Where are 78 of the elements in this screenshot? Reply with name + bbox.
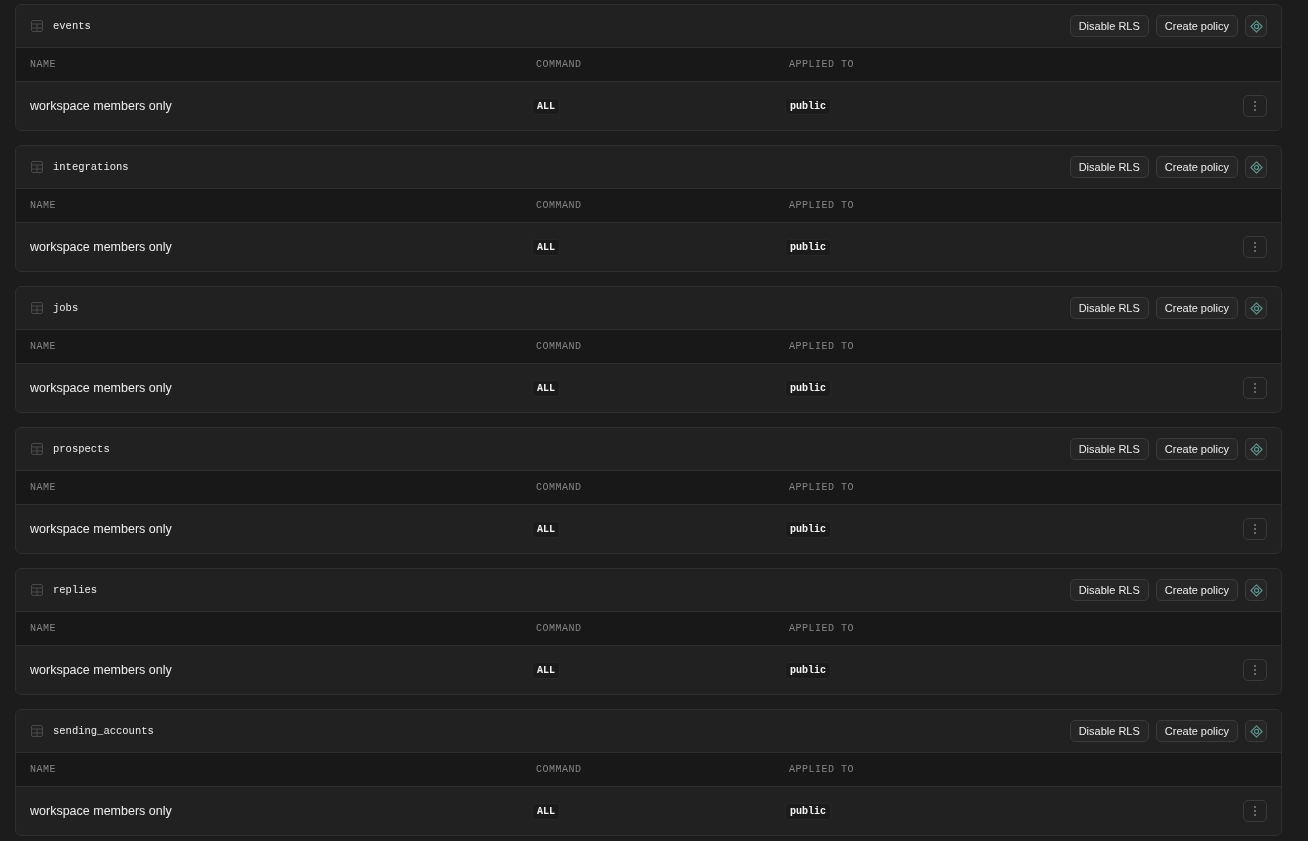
- table-name: prospects: [53, 443, 110, 455]
- table-name: replies: [53, 584, 98, 596]
- disable-rls-button[interactable]: Disable RLS: [1069, 156, 1149, 178]
- command-column-header: COMMAND: [536, 623, 583, 634]
- diamond-icon: [1249, 301, 1263, 315]
- role-code: public: [785, 97, 831, 115]
- table-name: sending_accounts: [53, 725, 154, 737]
- diamond-button[interactable]: [1245, 156, 1267, 178]
- name-column-header: NAME: [30, 764, 57, 775]
- role-code: public: [785, 379, 831, 397]
- more-button[interactable]: [1243, 518, 1267, 540]
- command-column-header: COMMAND: [536, 764, 583, 775]
- diamond-icon: [1249, 19, 1263, 33]
- role-code: public: [785, 661, 831, 679]
- role-code: public: [785, 520, 831, 538]
- name-column-header: NAME: [30, 623, 57, 634]
- name-column-header: NAME: [30, 59, 57, 70]
- name-column-header: NAME: [30, 200, 57, 211]
- create-policy-button[interactable]: Create policy: [1155, 156, 1238, 178]
- disable-rls-button[interactable]: Disable RLS: [1069, 438, 1149, 460]
- diamond-button[interactable]: [1245, 720, 1267, 742]
- diamond-button[interactable]: [1245, 438, 1267, 460]
- create-policy-button[interactable]: Create policy: [1155, 15, 1238, 37]
- more-button[interactable]: [1243, 659, 1267, 681]
- more-button[interactable]: [1243, 377, 1267, 399]
- policy-name: workspace members only: [30, 663, 173, 677]
- more-button[interactable]: [1243, 800, 1267, 822]
- name-column-header: NAME: [30, 341, 57, 352]
- applied-to-column-header: APPLIED TO: [789, 200, 855, 211]
- applied-to-column-header: APPLIED TO: [789, 341, 855, 352]
- policy-name: workspace members only: [30, 381, 173, 395]
- command-code: ALL: [532, 238, 560, 256]
- more-button[interactable]: [1243, 95, 1267, 117]
- policy-name: workspace members only: [30, 804, 173, 818]
- applied-to-column-header: APPLIED TO: [789, 59, 855, 70]
- command-code: ALL: [532, 802, 560, 820]
- policy-name: workspace members only: [30, 240, 173, 254]
- command-code: ALL: [532, 661, 560, 679]
- role-code: public: [785, 802, 831, 820]
- role-code: public: [785, 238, 831, 256]
- name-column-header: NAME: [30, 482, 57, 493]
- applied-to-column-header: APPLIED TO: [789, 482, 855, 493]
- applied-to-column-header: APPLIED TO: [789, 623, 855, 634]
- command-column-header: COMMAND: [536, 341, 583, 352]
- create-policy-button[interactable]: Create policy: [1155, 438, 1238, 460]
- command-column-header: COMMAND: [536, 200, 583, 211]
- diamond-button[interactable]: [1245, 579, 1267, 601]
- command-column-header: COMMAND: [536, 482, 583, 493]
- disable-rls-button[interactable]: Disable RLS: [1069, 297, 1149, 319]
- policy-name: workspace members only: [30, 522, 173, 536]
- table-icon: [31, 20, 43, 32]
- table-icon: [31, 725, 43, 737]
- diamond-icon: [1249, 160, 1263, 174]
- table-icon: [31, 443, 43, 455]
- applied-to-column-header: APPLIED TO: [789, 764, 855, 775]
- diamond-icon: [1249, 724, 1263, 738]
- diamond-button[interactable]: [1245, 297, 1267, 319]
- diamond-button[interactable]: [1245, 15, 1267, 37]
- policy-name: workspace members only: [30, 99, 173, 113]
- disable-rls-button[interactable]: Disable RLS: [1069, 579, 1149, 601]
- table-icon: [31, 584, 43, 596]
- disable-rls-button[interactable]: Disable RLS: [1069, 15, 1149, 37]
- diamond-icon: [1249, 442, 1263, 456]
- table-icon: [31, 161, 43, 173]
- table-name: jobs: [53, 302, 79, 314]
- table-icon: [31, 302, 43, 314]
- more-button[interactable]: [1243, 236, 1267, 258]
- create-policy-button[interactable]: Create policy: [1155, 297, 1238, 319]
- command-code: ALL: [532, 97, 560, 115]
- table-name: events: [53, 20, 91, 32]
- command-code: ALL: [532, 520, 560, 538]
- command-column-header: COMMAND: [536, 59, 583, 70]
- disable-rls-button[interactable]: Disable RLS: [1069, 720, 1149, 742]
- command-code: ALL: [532, 379, 560, 397]
- diamond-icon: [1249, 583, 1263, 597]
- create-policy-button[interactable]: Create policy: [1155, 579, 1238, 601]
- table-name: integrations: [53, 161, 129, 173]
- create-policy-button[interactable]: Create policy: [1155, 720, 1238, 742]
